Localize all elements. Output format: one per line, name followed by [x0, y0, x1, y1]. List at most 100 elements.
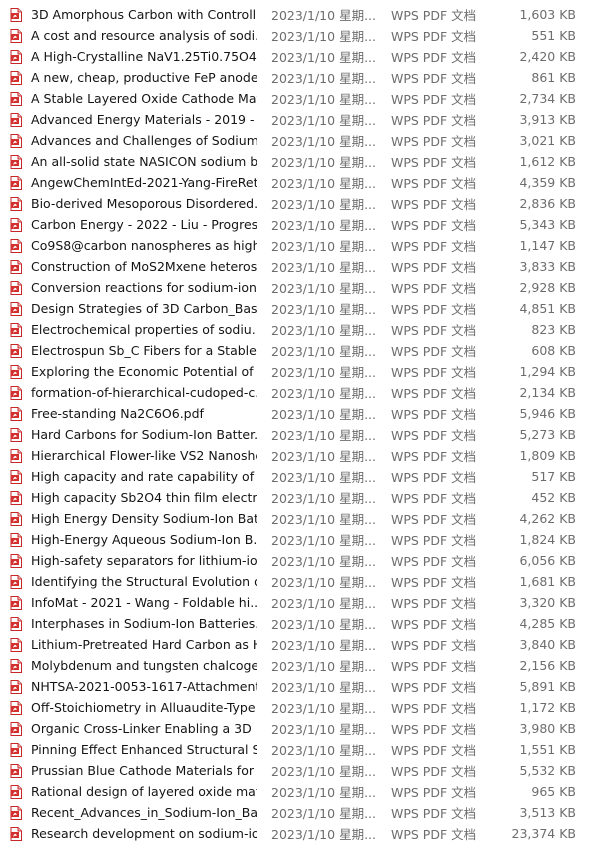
file-size: 1,294 KB: [519, 364, 576, 379]
file-row[interactable]: A Stable Layered Oxide Cathode Mat... 20…: [0, 88, 610, 109]
pdf-file-icon: [10, 364, 22, 379]
pdf-file-icon: [10, 700, 22, 715]
file-date-modified: 2023/1/10 星期...: [271, 281, 376, 296]
file-row[interactable]: Conversion reactions for sodium-ion ... …: [0, 277, 610, 298]
pdf-file-icon: [10, 385, 22, 400]
file-date-modified: 2023/1/10 星期...: [271, 806, 376, 821]
file-row[interactable]: Carbon Energy - 2022 - Liu - Progres... …: [0, 214, 610, 235]
file-name: An all-solid state NASICON sodium b...: [31, 154, 257, 169]
file-row[interactable]: An all-solid state NASICON sodium b... 2…: [0, 151, 610, 172]
file-size: 3,840 KB: [519, 637, 576, 652]
file-row[interactable]: Hierarchical Flower-like VS2 Nanoshe... …: [0, 445, 610, 466]
file-row[interactable]: Off-Stoichiometry in Alluaudite-Type ...…: [0, 697, 610, 718]
file-row[interactable]: Lithium-Pretreated Hard Carbon as H... 2…: [0, 634, 610, 655]
file-type: WPS PDF 文档: [391, 281, 477, 296]
pdf-file-icon: [10, 469, 22, 484]
pdf-file-icon: [10, 280, 22, 295]
file-row[interactable]: Research development on sodium-io... 202…: [0, 823, 610, 844]
file-name: High Energy Density Sodium-Ion Batt...: [31, 511, 257, 526]
file-name: High capacity and rate capability of a..…: [31, 469, 257, 484]
file-name: Bio-derived Mesoporous Disordered...: [31, 196, 257, 211]
file-row[interactable]: High-Energy Aqueous Sodium-Ion B... 2023…: [0, 529, 610, 550]
file-type: WPS PDF 文档: [391, 680, 477, 695]
file-row[interactable]: Advances and Challenges of Sodium ... 20…: [0, 130, 610, 151]
file-row[interactable]: Construction of MoS2Mxene heteros... 202…: [0, 256, 610, 277]
file-date-modified: 2023/1/10 星期...: [271, 638, 376, 653]
file-size: 3,913 KB: [519, 112, 576, 127]
file-type: WPS PDF 文档: [391, 71, 477, 86]
file-size: 1,551 KB: [519, 742, 576, 757]
file-row[interactable]: High-safety separators for lithium-io...…: [0, 550, 610, 571]
pdf-file-icon: [10, 238, 22, 253]
file-row[interactable]: A cost and resource analysis of sodi... …: [0, 25, 610, 46]
file-row[interactable]: Exploring the Economic Potential of ... …: [0, 361, 610, 382]
file-row[interactable]: Free-standing Na2C6O6.pdf 2023/1/10 星期..…: [0, 403, 610, 424]
pdf-file-icon: [10, 595, 22, 610]
file-row[interactable]: InfoMat - 2021 - Wang - Foldable hi... 2…: [0, 592, 610, 613]
file-type: WPS PDF 文档: [391, 386, 477, 401]
pdf-file-icon: [10, 196, 22, 211]
file-row[interactable]: Co9S8@carbon nanospheres as high... 2023…: [0, 235, 610, 256]
file-type: WPS PDF 文档: [391, 428, 477, 443]
file-size: 608 KB: [531, 343, 576, 358]
file-name: High capacity Sb2O4 thin film electro...: [31, 490, 257, 505]
pdf-file-icon: [10, 70, 22, 85]
file-row[interactable]: Prussian Blue Cathode Materials for ... …: [0, 760, 610, 781]
file-date-modified: 2023/1/10 星期...: [271, 239, 376, 254]
file-row[interactable]: Bio-derived Mesoporous Disordered... 202…: [0, 193, 610, 214]
file-size: 6,056 KB: [519, 553, 576, 568]
file-date-modified: 2023/1/10 星期...: [271, 743, 376, 758]
file-size: 23,374 KB: [511, 826, 576, 841]
file-row[interactable]: Design Strategies of 3D Carbon_Bas... 20…: [0, 298, 610, 319]
file-type: WPS PDF 文档: [391, 827, 477, 842]
pdf-file-icon: [10, 763, 22, 778]
file-type: WPS PDF 文档: [391, 785, 477, 800]
pdf-file-icon: [10, 532, 22, 547]
file-name: Off-Stoichiometry in Alluaudite-Type ...: [31, 700, 257, 715]
file-row[interactable]: Rational design of layered oxide mat... …: [0, 781, 610, 802]
file-name: Co9S8@carbon nanospheres as high...: [31, 238, 257, 253]
file-name: NHTSA-2021-0053-1617-Attachment-...: [31, 679, 257, 694]
file-name: AngewChemIntEd-2021-Yang-FireRet...: [31, 175, 257, 190]
file-type: WPS PDF 文档: [391, 365, 477, 380]
file-row[interactable]: High capacity Sb2O4 thin film electro...…: [0, 487, 610, 508]
file-date-modified: 2023/1/10 星期...: [271, 176, 376, 191]
file-row[interactable]: High capacity and rate capability of a..…: [0, 466, 610, 487]
file-date-modified: 2023/1/10 星期...: [271, 134, 376, 149]
pdf-file-icon: [10, 28, 22, 43]
file-name: Prussian Blue Cathode Materials for ...: [31, 763, 257, 778]
file-type: WPS PDF 文档: [391, 659, 477, 674]
file-row[interactable]: Electrochemical properties of sodiu... 2…: [0, 319, 610, 340]
file-type: WPS PDF 文档: [391, 470, 477, 485]
file-type: WPS PDF 文档: [391, 743, 477, 758]
file-name: 3D Amorphous Carbon with Controll...: [31, 7, 257, 22]
file-row[interactable]: 3D Amorphous Carbon with Controll... 202…: [0, 4, 610, 25]
file-row[interactable]: NHTSA-2021-0053-1617-Attachment-... 2023…: [0, 676, 610, 697]
file-row[interactable]: Molybdenum and tungsten chalcoge... 2023…: [0, 655, 610, 676]
pdf-file-icon: [10, 721, 22, 736]
file-name: Conversion reactions for sodium-ion ...: [31, 280, 257, 295]
file-row[interactable]: Hard Carbons for Sodium-Ion Batter... 20…: [0, 424, 610, 445]
file-date-modified: 2023/1/10 星期...: [271, 365, 376, 380]
file-row[interactable]: A new, cheap, productive FeP anode ... 2…: [0, 67, 610, 88]
file-name: Electrospun Sb_C Fibers for a Stable ...: [31, 343, 257, 358]
pdf-file-icon: [10, 826, 22, 841]
file-row[interactable]: Pinning Effect Enhanced Structural St...…: [0, 739, 610, 760]
file-row[interactable]: formation-of-hierarchical-cudoped-c... 2…: [0, 382, 610, 403]
file-row[interactable]: Interphases in Sodium-Ion Batteries.... …: [0, 613, 610, 634]
file-row[interactable]: Electrospun Sb_C Fibers for a Stable ...…: [0, 340, 610, 361]
file-row[interactable]: Organic Cross-Linker Enabling a 3D ... 2…: [0, 718, 610, 739]
file-size: 551 KB: [531, 28, 576, 43]
file-type: WPS PDF 文档: [391, 407, 477, 422]
file-row[interactable]: Advanced Energy Materials - 2019 - ... 2…: [0, 109, 610, 130]
file-date-modified: 2023/1/10 星期...: [271, 323, 376, 338]
file-date-modified: 2023/1/10 星期...: [271, 428, 376, 443]
file-row[interactable]: Identifying the Structural Evolution of.…: [0, 571, 610, 592]
file-row[interactable]: AngewChemIntEd-2021-Yang-FireRet... 2023…: [0, 172, 610, 193]
file-size: 1,603 KB: [519, 7, 576, 22]
file-row[interactable]: High Energy Density Sodium-Ion Batt... 2…: [0, 508, 610, 529]
file-row[interactable]: Recent_Advances_in_Sodium-Ion_Batt... 20…: [0, 802, 610, 823]
file-size: 5,891 KB: [519, 679, 576, 694]
file-row[interactable]: A High-Crystalline NaV1.25Ti0.75O4 ... 2…: [0, 46, 610, 67]
file-size: 3,980 KB: [519, 721, 576, 736]
